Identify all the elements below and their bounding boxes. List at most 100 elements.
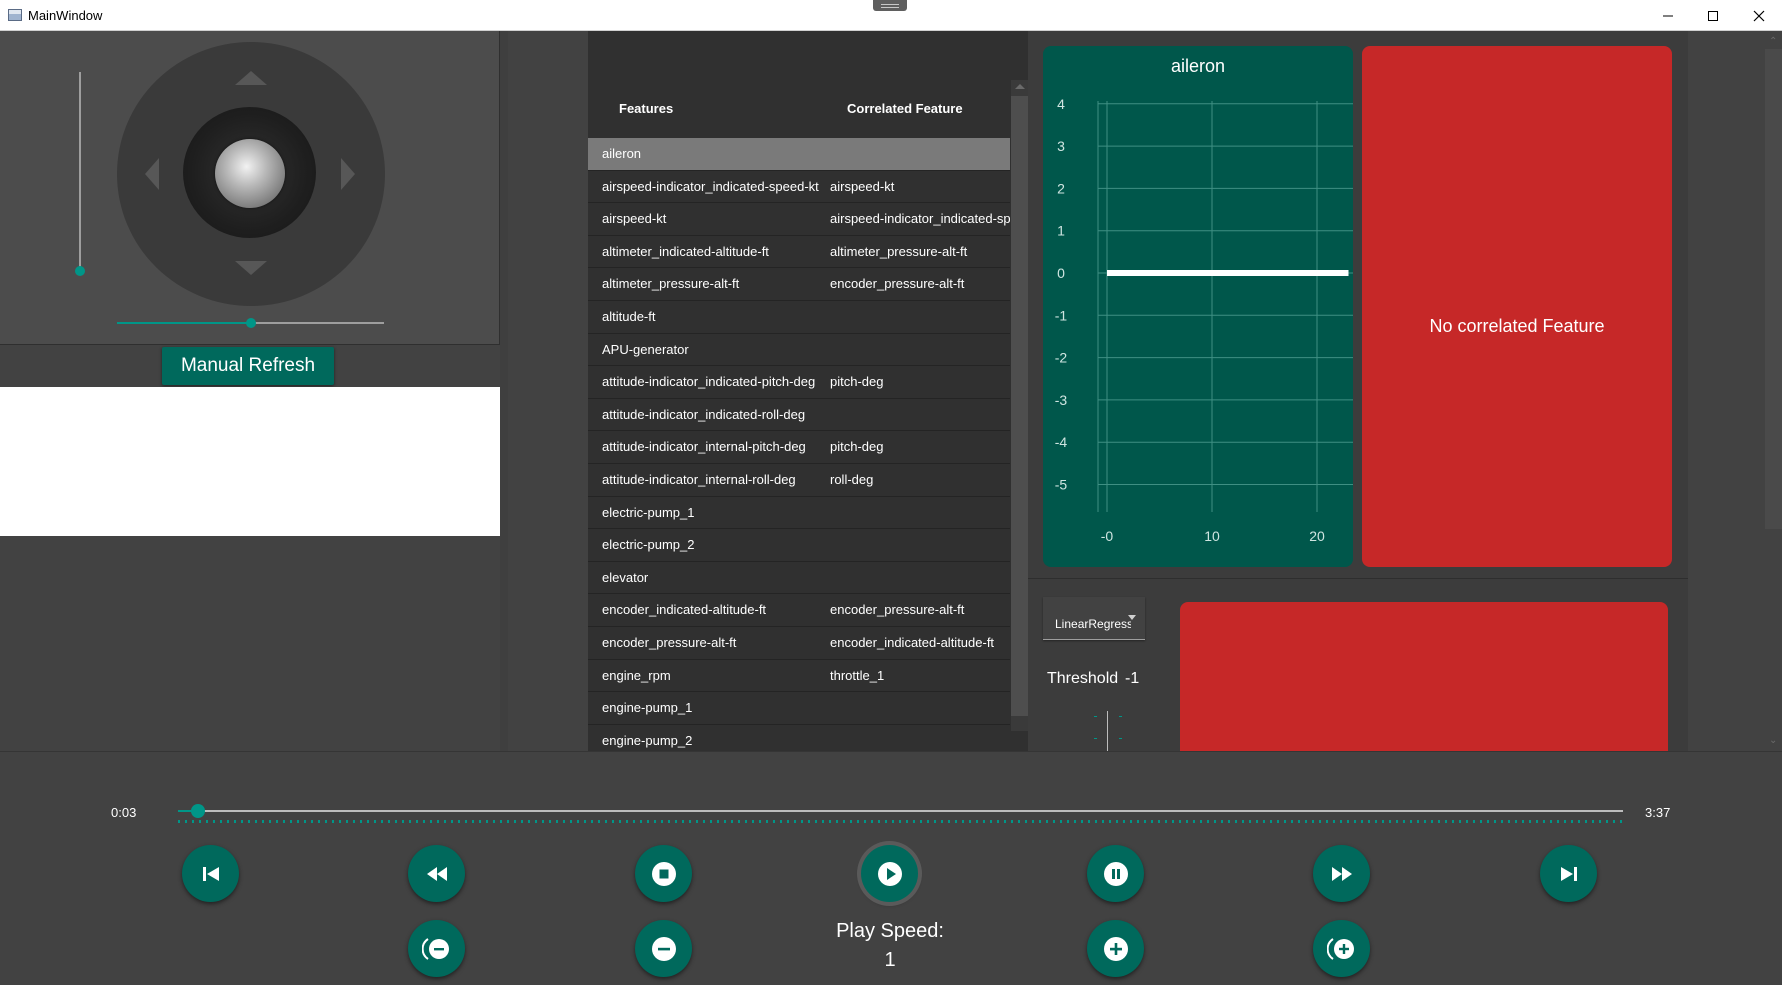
minimize-button[interactable] bbox=[1645, 0, 1691, 31]
stop-button[interactable] bbox=[635, 845, 692, 902]
minimize-icon bbox=[1663, 15, 1673, 16]
y-tick-label: -5 bbox=[1055, 477, 1068, 493]
header-features[interactable]: Features bbox=[619, 101, 673, 116]
x-tick-label: 10 bbox=[1204, 528, 1220, 544]
title-bar: MainWindow bbox=[0, 0, 1782, 31]
window-title: MainWindow bbox=[28, 8, 103, 23]
table-row[interactable]: APU-generator bbox=[588, 334, 1010, 367]
throttle-slider-thumb[interactable] bbox=[75, 266, 85, 276]
window-scrollbar[interactable]: ⌃ ⌄ bbox=[1765, 31, 1782, 751]
timeline-thumb[interactable] bbox=[191, 804, 205, 818]
rudder-slider-fill bbox=[117, 322, 250, 324]
drag-grip-icon[interactable] bbox=[873, 0, 907, 11]
pause-button[interactable] bbox=[1087, 845, 1144, 902]
manual-refresh-button[interactable]: Manual Refresh bbox=[162, 347, 334, 385]
blank-canvas bbox=[0, 387, 500, 536]
correlated-graph-card: No correlated Feature bbox=[1362, 46, 1672, 567]
arrow-up-icon bbox=[235, 71, 267, 85]
speed-decrease-large-button[interactable] bbox=[408, 920, 465, 977]
correlated-feature-cell: pitch-deg bbox=[830, 374, 884, 390]
maximize-button[interactable] bbox=[1690, 0, 1736, 31]
table-scrollbar-thumb[interactable] bbox=[1011, 96, 1028, 716]
algorithm-select[interactable]: LinearRegression bbox=[1043, 597, 1145, 640]
table-row[interactable]: airspeed-indicator_indicated-speed-kt air… bbox=[588, 171, 1010, 204]
stop-icon bbox=[651, 861, 676, 886]
features-table: Features Correlated Feature aileron airsp… bbox=[588, 31, 1028, 751]
skip-to-start-button[interactable] bbox=[182, 845, 239, 902]
speed-decrease-icon bbox=[651, 936, 676, 961]
table-row[interactable]: engine_rpm throttle_1 bbox=[588, 660, 1010, 693]
speed-decrease-button[interactable] bbox=[635, 920, 692, 977]
timeline-ticks bbox=[178, 820, 1623, 823]
table-row[interactable]: electric-pump_1 bbox=[588, 497, 1010, 530]
skip-to-end-button[interactable] bbox=[1540, 845, 1597, 902]
table-row[interactable]: encoder_indicated-altitude-ft encoder_pre… bbox=[588, 594, 1010, 627]
table-row[interactable]: altimeter_indicated-altitude-ft altimeter… bbox=[588, 236, 1010, 269]
table-row[interactable]: attitude-indicator_internal-pitch-deg pit… bbox=[588, 431, 1010, 464]
speed-increase-large-icon bbox=[1326, 937, 1354, 960]
no-correlated-message: No correlated Feature bbox=[1429, 316, 1605, 336]
threshold-tick bbox=[1094, 716, 1097, 717]
feature-cell: altitude-ft bbox=[602, 308, 656, 324]
scroll-down-icon[interactable]: ⌄ bbox=[1769, 735, 1777, 746]
table-scrollbar[interactable] bbox=[1011, 80, 1028, 731]
table-row[interactable]: attitude-indicator_indicated-roll-deg bbox=[588, 399, 1010, 432]
right-divider bbox=[1028, 578, 1688, 579]
table-row[interactable]: engine-pump_1 bbox=[588, 692, 1010, 725]
table-row[interactable]: electric-pump_2 bbox=[588, 529, 1010, 562]
y-tick-label: 0 bbox=[1057, 265, 1065, 281]
y-tick-label: -1 bbox=[1055, 307, 1068, 323]
threshold-tick bbox=[1119, 716, 1122, 717]
feature-cell: encoder_pressure-alt-ft bbox=[602, 634, 737, 650]
table-row[interactable]: altimeter_pressure-alt-ft encoder_pressur… bbox=[588, 268, 1010, 301]
fast-forward-button[interactable] bbox=[1313, 845, 1370, 902]
correlated-feature-cell: pitch-deg bbox=[830, 439, 884, 455]
table-row[interactable]: aileron bbox=[588, 138, 1010, 171]
throttle-slider[interactable] bbox=[79, 72, 81, 270]
header-correlated-feature[interactable]: Correlated Feature bbox=[847, 101, 963, 116]
speed-increase-large-button[interactable] bbox=[1313, 920, 1370, 977]
scroll-up-icon[interactable] bbox=[1015, 84, 1025, 89]
timeline-slider[interactable] bbox=[178, 810, 1623, 812]
skip-to-start-icon bbox=[202, 866, 219, 881]
play-button[interactable] bbox=[861, 845, 918, 902]
table-header: Features Correlated Feature bbox=[588, 31, 1010, 137]
correlated-feature-cell: encoder_pressure-alt-ft bbox=[830, 276, 965, 292]
feature-cell: encoder_indicated-altitude-ft bbox=[602, 602, 767, 618]
joystick-knob[interactable] bbox=[215, 139, 285, 208]
feature-cell: altimeter_indicated-altitude-ft bbox=[602, 243, 769, 259]
chevron-down-icon bbox=[1128, 615, 1136, 620]
rewind-button[interactable] bbox=[408, 845, 465, 902]
table-row[interactable]: encoder_pressure-alt-ft encoder_indicated… bbox=[588, 627, 1010, 660]
table-row[interactable]: altitude-ft bbox=[588, 301, 1010, 334]
rudder-slider-thumb[interactable] bbox=[246, 318, 256, 328]
speed-decrease-large-icon bbox=[421, 937, 449, 960]
correlated-feature-cell: encoder_pressure-alt-ft bbox=[830, 602, 965, 618]
feature-cell: electric-pump_1 bbox=[602, 504, 695, 520]
window-scrollbar-thumb[interactable] bbox=[1765, 49, 1782, 529]
skip-to-end-icon bbox=[1560, 866, 1577, 881]
table-row[interactable]: airspeed-kt airspeed-indicator_indicated-… bbox=[588, 203, 1010, 236]
speed-increase-button[interactable] bbox=[1087, 920, 1144, 977]
table-row[interactable]: elevator bbox=[588, 562, 1010, 595]
table-body: aileron airspeed-indicator_indicated-spee… bbox=[588, 138, 1010, 751]
maximize-icon bbox=[1708, 10, 1718, 21]
time-current: 0:03 bbox=[111, 805, 137, 820]
app-icon bbox=[8, 9, 22, 21]
close-button[interactable] bbox=[1736, 0, 1782, 31]
y-tick-label: -2 bbox=[1055, 350, 1068, 366]
table-row[interactable]: attitude-indicator_internal-roll-deg roll… bbox=[588, 464, 1010, 497]
pause-icon bbox=[1103, 861, 1128, 886]
threshold-slider[interactable] bbox=[1107, 711, 1108, 751]
arrow-down-icon bbox=[235, 261, 267, 275]
table-row[interactable]: attitude-indicator_indicated-pitch-deg pi… bbox=[588, 366, 1010, 399]
threshold-label: Threshold bbox=[1047, 670, 1119, 687]
rudder-slider[interactable] bbox=[250, 322, 384, 324]
feature-cell: airspeed-indicator_indicated-speed-kt bbox=[602, 178, 819, 194]
table-row[interactable]: engine-pump_2 bbox=[588, 725, 1010, 751]
y-tick-label: 4 bbox=[1057, 96, 1065, 112]
correlated-feature-cell: throttle_1 bbox=[830, 667, 885, 683]
scroll-up-icon[interactable]: ⌃ bbox=[1769, 36, 1777, 47]
feature-cell: APU-generator bbox=[602, 341, 689, 357]
feature-cell: engine-pump_2 bbox=[602, 732, 693, 748]
